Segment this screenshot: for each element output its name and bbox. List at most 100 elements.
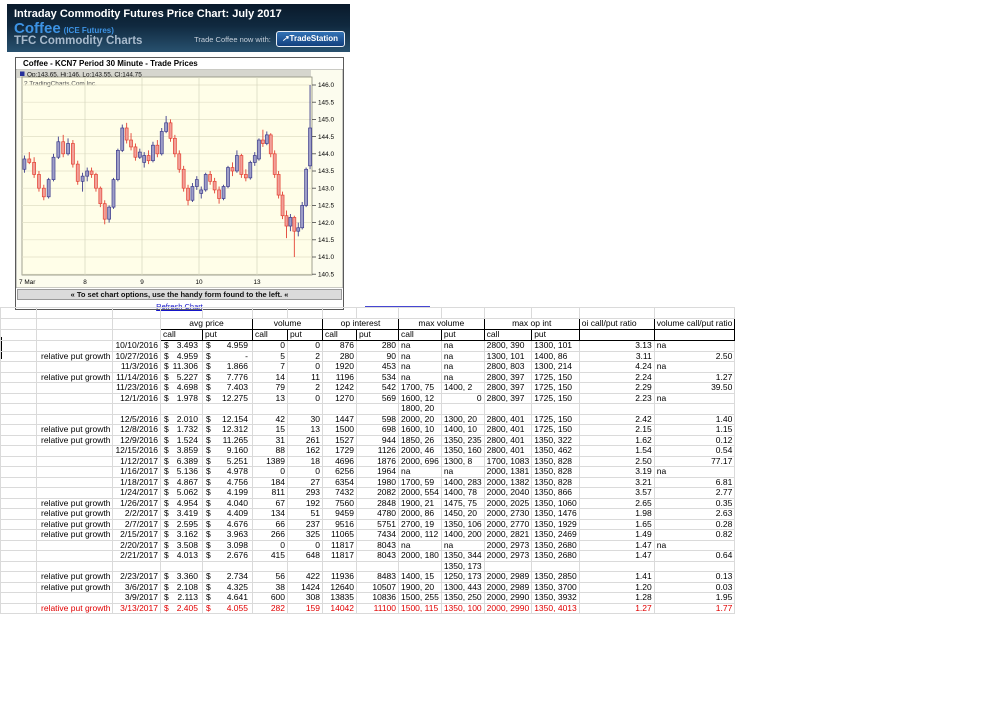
cell-vol-ratio: 1.40 [653,413,736,425]
cell-oi-ratio: 3.11 [578,350,655,362]
cell-label [35,413,114,425]
cell-date: 2/15/2017 [112,529,161,541]
svg-text:13: 13 [253,279,261,286]
cell-label [0,497,37,509]
cell-avg-call: $2.010 [160,413,203,425]
cell-oi-put [356,560,399,572]
cell-oi-call: 11065 [322,529,357,541]
cell-oi-call: 4696 [322,455,357,467]
cell-maxvol-call: 2000, 696 [398,455,442,467]
cell-oi-call [322,560,357,572]
cell-vol-call: 67 [252,497,288,509]
cell-avg-put: $9.160 [202,445,253,457]
cell-label [35,487,114,499]
cell-vol-call: 415 [252,550,288,562]
cell-oi-ratio: 1.20 [578,581,655,593]
cell-maxvol-call: 2000, 554 [398,487,442,499]
cell-label [35,592,114,604]
cell-label [0,571,37,583]
cell-oi-put: 569 [356,392,399,404]
cell-vol-ratio: 2.77 [653,487,736,499]
cell-date: 3/9/2017 [112,592,161,604]
cell-date: 1/12/2017 [112,455,161,467]
cell-maxvol-call: 1700, 75 [398,382,442,394]
cell-avg-call: $6.389 [160,455,203,467]
cell-avg-call: $5.227 [160,371,203,383]
cell-vol-ratio: 0.13 [653,571,736,583]
cell-vol-put: 0 [287,361,323,373]
cell-oi-ratio: 1.47 [578,539,655,551]
svg-text:145.0: 145.0 [318,117,334,124]
cell-oi-ratio: 1.62 [578,434,655,446]
cell-avg-call: $4.959 [160,350,203,362]
cell-oi-call: 11817 [322,539,357,551]
table-row: relative put growth 2/15/2017 $3.162 $3.963… [0,529,736,541]
group-header-0: avg price [160,318,253,330]
cell-label [0,466,37,478]
ratio-header-0: oi call/put ratio [578,318,655,330]
table-row: 2/20/2017 $3.508 $3.098 0 0 11817 8043 na na 2000… [0,539,736,551]
cell-oi-ratio: 2.65 [578,497,655,509]
svg-text:144.5: 144.5 [318,134,334,141]
cell-avg-call: $3.493 [160,340,203,352]
cell-avg-call: $2.108 [160,581,203,593]
table-row: 3/9/2017 $2.113 $4.641 600 308 13835 10836 1500… [0,592,736,604]
cell-maxoi-put: 1350, 2469 [531,529,580,541]
svg-text:141.0: 141.0 [318,254,334,261]
cell-maxoi-put: 1350, 2680 [531,550,580,562]
cell-maxoi-put: 1725, 150 [531,371,580,383]
cell-date: 12/15/2016 [112,445,161,457]
table-row: relative put growth 2/23/2017 $3.360 $2.734… [0,571,736,583]
cell-oi-call: 1920 [322,361,357,373]
cell-maxvol-call: 1700, 59 [398,476,442,488]
cell-oi-ratio [578,560,655,572]
table-row: relative put growth 3/6/2017 $2.108 $4.325 3… [0,581,736,593]
table-row: 10/10/2016 $3.493 $4.959 0 0 876 280 na na 2800, … [0,340,736,352]
cell-maxoi-call: 2000, 2040 [483,487,533,499]
cell-avg-put: $12.154 [202,413,253,425]
cell-vol-call: 134 [252,508,288,520]
cell-oi-put [356,403,399,415]
cell-vol-put: 0 [287,466,323,478]
cell-avg-put: $2.676 [202,550,253,562]
cell-vol-put: 2 [287,350,323,362]
cell-vol-put [287,403,323,415]
cell-avg-call: $2.113 [160,592,203,604]
table-row: relative put growth 1/26/2017 $4.954 $4.040… [0,497,736,509]
svg-text:145.5: 145.5 [318,99,334,106]
cell-oi-ratio: 2.24 [578,371,655,383]
group-header-1: volume [252,318,323,330]
cell-vol-put: 18 [287,455,323,467]
cell-oi-put: 2848 [356,497,399,509]
cell-maxvol-call: na [398,361,442,373]
cell-avg-call: $2.595 [160,518,203,530]
cell-maxoi-put: 1300, 214 [531,361,580,373]
cell-maxvol-put: na [440,361,485,373]
cell-vol-put: 159 [287,602,323,614]
cell-label [0,350,37,362]
svg-text:142.0: 142.0 [318,220,334,227]
cell-oi-put: 8043 [356,550,399,562]
tradestation-button[interactable]: ↗TradeStation [275,31,345,47]
cell-vol-put: 261 [287,434,323,446]
cell-label [0,550,37,562]
cell-avg-call: $3.162 [160,529,203,541]
cell-oi-ratio: 2.15 [578,424,655,436]
cell-avg-put: $4.756 [202,476,253,488]
cell-oi-ratio [578,403,655,415]
cell-date: 10/10/2016 [112,340,161,352]
cell-maxoi-call: 2800, 397 [483,371,533,383]
cell-label [35,455,114,467]
svg-text:144.0: 144.0 [318,151,334,158]
cell-vol-call: 1389 [252,455,288,467]
masthead: Intraday Commodity Futures Price Chart: … [7,4,350,52]
cell-oi-call: 9459 [322,508,357,520]
cell-avg-call [160,560,203,572]
cell-maxvol-put: 1300, 20 [440,413,485,425]
group-header-4: max op int [483,318,580,330]
trade-prompt: Trade Coffee now with: [194,34,271,44]
cell-avg-call: $3.360 [160,571,203,583]
cell-vol-ratio [653,403,736,415]
cell-maxvol-put: 1350, 250 [440,592,485,604]
chart-watermark: ? TradingCharts.Com Inc. [24,81,97,88]
